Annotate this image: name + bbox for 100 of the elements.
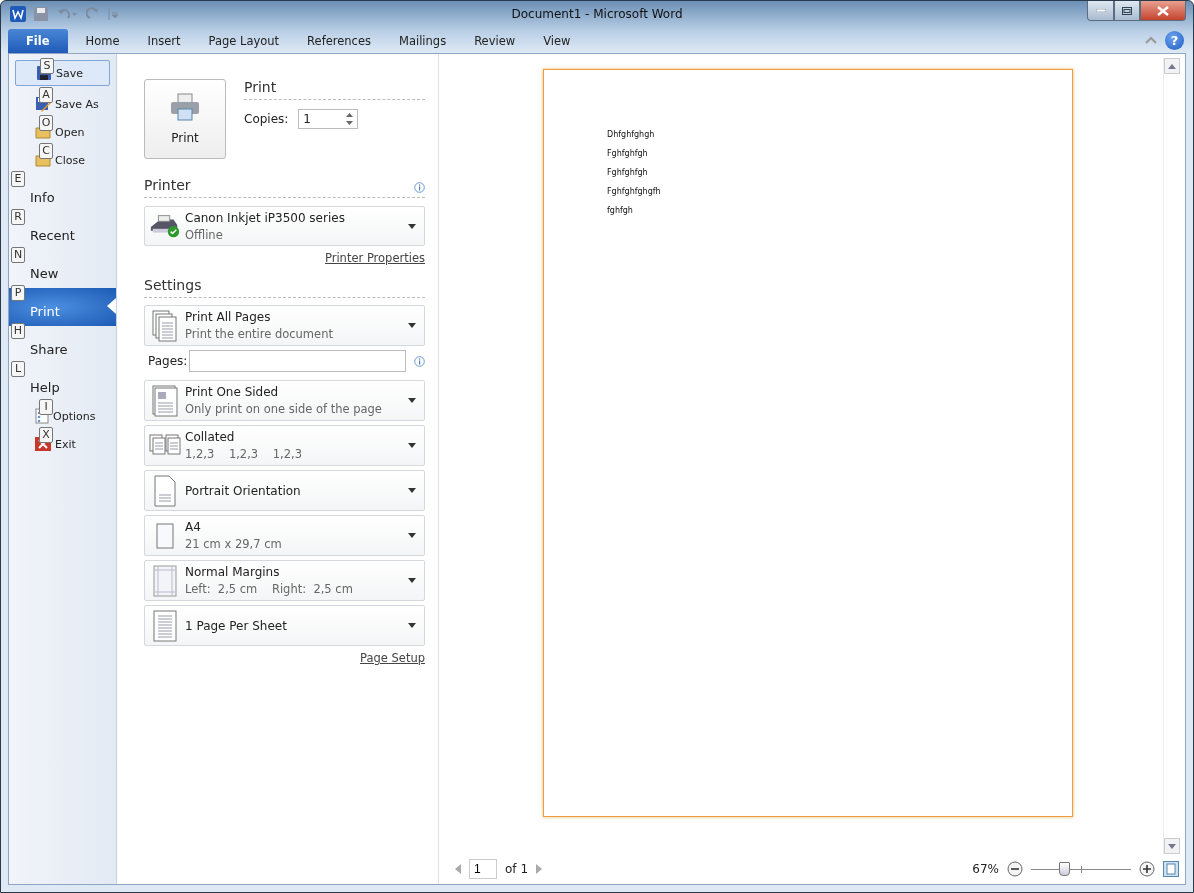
selection-notch-icon [107,298,116,314]
collated-pages-icon [149,433,181,458]
copies-label: Copies: [244,112,289,126]
minimize-button[interactable] [1087,1,1114,21]
print-button[interactable]: Print [144,79,226,159]
ribbon-tab[interactable]: References [293,29,385,53]
menu-section[interactable]: Recent R [9,212,116,250]
dropdown-caret-icon [408,223,416,229]
settings-dropdown[interactable]: Normal Margins Left: 2,5 cm Right: 2,5 cm [144,560,425,601]
key-tip: L [11,361,25,377]
menu-label: Recent [30,227,75,243]
key-tip: I [39,399,53,415]
pages-label: Pages: [148,354,188,368]
menu-section[interactable]: Share H [9,326,116,364]
down-arrow-icon [1168,843,1176,849]
menu-label: Help [30,379,60,395]
menu-label: Exit [54,437,76,451]
menu-command[interactable]: Save S [15,60,110,86]
key-tip: E [11,171,25,187]
plus-circle-icon [1139,861,1155,877]
page-total: of 1 [505,862,528,876]
minus-circle-icon [1007,861,1023,877]
up-arrow-icon [1168,63,1176,69]
menu-command[interactable]: Close C [15,146,110,174]
ribbon-tab[interactable]: File [8,29,68,53]
document-page-icon [152,384,178,417]
dropdown-caret-icon [408,578,416,583]
ribbon-tab[interactable]: View [529,29,585,53]
zoom-level: 67% [972,862,999,876]
key-tip: H [11,323,25,339]
key-tip: P [11,285,25,301]
menu-section[interactable]: Help L [9,364,116,402]
page-lines-icon [153,609,177,642]
key-tip: S [40,58,54,74]
ribbon-tab[interactable]: Page Layout [194,29,294,53]
ribbon-tab[interactable]: Review [460,29,530,53]
dropdown-caret-icon [408,488,416,493]
zoom-out-button[interactable] [1007,861,1023,877]
page-margins-icon [153,564,177,597]
menu-label: Open [54,125,85,139]
previous-page-button[interactable] [455,864,461,874]
dropdown-caret-icon [408,398,416,403]
menu-label: Save As [54,97,99,111]
key-tip: N [11,247,25,263]
dropdown-caret-icon [408,323,416,328]
menu-section[interactable]: New N [9,250,116,288]
redo-icon [86,7,100,21]
stacked-pages-icon [152,309,178,342]
preview-text: Fghfghfgh [607,168,648,177]
preview-text: fghfgh [607,206,633,215]
settings-dropdown[interactable]: Portrait Orientation [144,470,425,511]
collapse-ribbon-icon [1145,36,1157,44]
pages-input[interactable] [189,350,406,372]
ribbon-tab[interactable]: Insert [133,29,195,53]
printer-properties-link[interactable]: Printer Properties [324,251,425,265]
section-heading: Print [244,79,425,100]
dropdown-caret-icon [408,443,416,448]
folder-icon [35,153,51,167]
menu-label: Share [30,341,68,357]
scroll-down-button[interactable] [1164,838,1180,854]
zoom-to-page-button[interactable] [1163,861,1179,877]
spin-arrows-icon [346,112,354,126]
key-tip: O [39,115,53,131]
ribbon-tab[interactable]: Home [71,29,134,53]
settings-dropdown[interactable]: Print One Sided Only print on one side of the page [144,380,425,421]
undo-icon [56,7,78,21]
close-button[interactable] [1140,1,1186,21]
printer-dropdown[interactable]: Canon Inkjet iP3500 series Offline [144,206,425,246]
dropdown-caret-icon [408,623,416,628]
menu-command[interactable]: Options I [15,402,110,430]
settings-dropdown[interactable]: A4 21 cm x 29,7 cm [144,515,425,556]
window-title: Document1 - Microsoft Word [511,7,683,21]
settings-dropdown[interactable]: 1 Page Per Sheet [144,605,425,646]
scroll-up-button[interactable] [1164,58,1180,74]
page-number-field[interactable]: 1 [469,859,497,879]
ribbon-tab[interactable]: Mailings [385,29,461,53]
blank-page-icon [156,522,174,549]
right-triangle-icon [536,864,542,874]
portrait-page-icon [154,474,176,507]
page-setup-link[interactable]: Page Setup [360,651,425,665]
menu-section[interactable]: Print P [9,288,116,326]
left-triangle-icon [455,864,461,874]
zoom-slider-thumb[interactable] [1059,861,1070,876]
fit-page-icon [1163,861,1179,877]
settings-dropdown[interactable]: Collated 1,2,3 1,2,3 1,2,3 [144,425,425,466]
info-icon [414,355,425,367]
restore-button[interactable] [1114,1,1140,21]
minimize-icon [1095,9,1106,12]
zoom-in-button[interactable] [1139,861,1155,877]
folder-icon [35,125,51,139]
menu-command[interactable]: Save As A [15,90,110,118]
key-tip: C [39,143,53,159]
settings-dropdown[interactable]: Print All Pages Print the entire document [144,305,425,346]
copies-spinner[interactable]: 1 [298,109,359,129]
menu-section[interactable]: Info E [9,174,116,212]
menu-command[interactable]: Open O [15,118,110,146]
dropdown-caret-icon [408,533,416,538]
menu-command[interactable]: Exit X [15,430,110,458]
next-page-button[interactable] [536,864,542,874]
printer-check-icon [149,213,181,239]
